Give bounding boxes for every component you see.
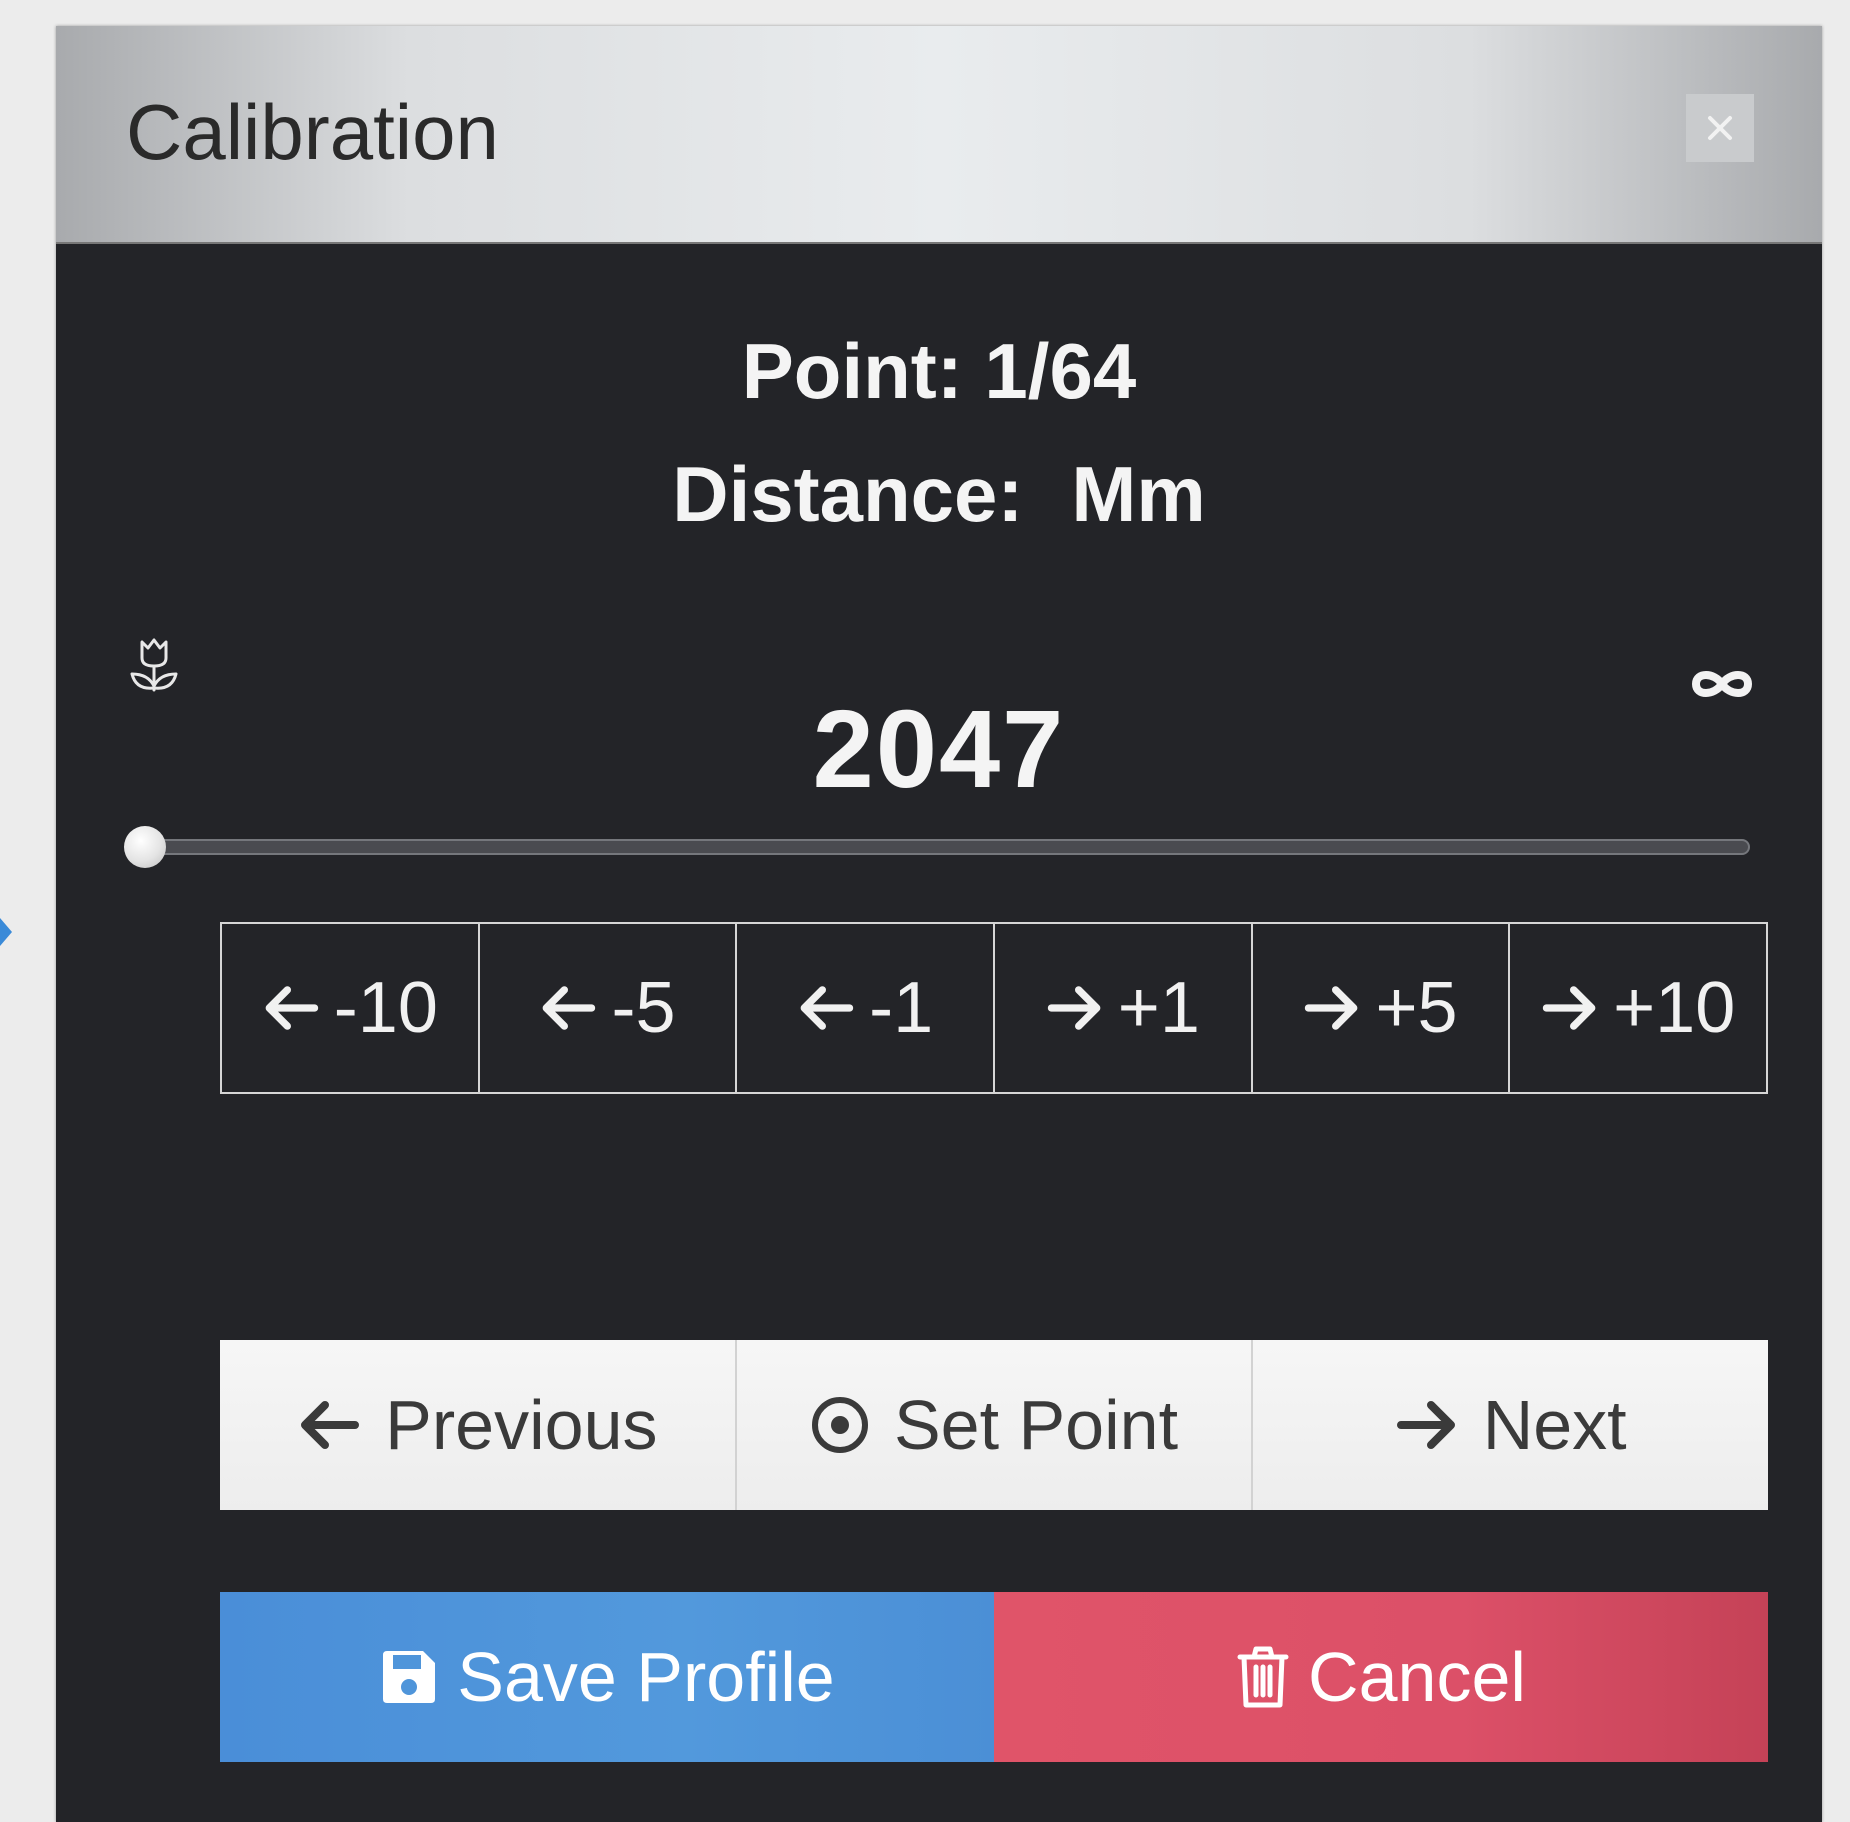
step-label: -5: [611, 968, 676, 1048]
previous-button[interactable]: Previous: [220, 1340, 737, 1510]
step-label: -1: [869, 968, 934, 1048]
previous-label: Previous: [385, 1386, 658, 1464]
edge-pointer-marker: [0, 918, 12, 946]
step-label: +5: [1375, 968, 1458, 1048]
step-button-group: -10 -5 -1 +1 +5 +10: [220, 922, 1768, 1094]
cancel-button[interactable]: Cancel: [994, 1592, 1768, 1762]
arrow-left-icon: [301, 1401, 360, 1449]
point-label: Point:: [741, 327, 963, 415]
save-profile-label: Save Profile: [457, 1638, 835, 1716]
arrow-right-icon: [1047, 986, 1101, 1030]
next-label: Next: [1482, 1386, 1627, 1464]
arrow-left-icon: [543, 986, 596, 1030]
action-button-group: Save Profile Cancel: [220, 1592, 1768, 1762]
close-button[interactable]: [1686, 94, 1754, 162]
step-button[interactable]: -1: [737, 924, 996, 1092]
dialog-header: Calibration: [56, 26, 1822, 244]
step-button[interactable]: +10: [1510, 924, 1766, 1092]
arrow-left-icon: [800, 986, 854, 1030]
step-label: +1: [1117, 968, 1200, 1048]
close-icon: [1708, 116, 1732, 140]
step-button[interactable]: +1: [995, 924, 1253, 1092]
next-button[interactable]: Next: [1253, 1340, 1768, 1510]
cancel-label: Cancel: [1308, 1638, 1526, 1716]
distance-value: Mm: [1071, 450, 1206, 538]
slider-track[interactable]: [126, 839, 1750, 855]
distance-label: Distance:: [672, 450, 1024, 538]
point-value: 1/64: [984, 327, 1137, 415]
slider-thumb[interactable]: [124, 826, 166, 868]
arrow-right-icon: [1396, 1401, 1455, 1449]
trash-icon: [1237, 1646, 1289, 1708]
point-indicator: Point: 1/64: [56, 326, 1822, 417]
set-point-label: Set Point: [893, 1386, 1179, 1464]
step-button[interactable]: -10: [222, 924, 480, 1092]
distance-indicator: Distance: Mm: [56, 449, 1822, 540]
dialog-title: Calibration: [126, 88, 499, 176]
navigation-button-group: Previous Set Point Next: [220, 1340, 1768, 1510]
target-circle-icon: [811, 1397, 868, 1453]
save-profile-button[interactable]: Save Profile: [220, 1592, 994, 1762]
calibration-dialog: Calibration Point: 1/64 Distance: Mm 2047…: [56, 26, 1822, 1822]
arrow-left-icon: [265, 986, 318, 1030]
focus-slider[interactable]: [124, 826, 1750, 868]
step-button[interactable]: +5: [1253, 924, 1511, 1092]
focus-value: 2047: [812, 688, 1066, 811]
step-label: -10: [333, 968, 438, 1048]
floppy-disk-icon: [383, 1651, 436, 1703]
arrow-right-icon: [1542, 986, 1596, 1030]
step-label: +10: [1613, 968, 1736, 1048]
arrow-right-icon: [1305, 986, 1358, 1030]
set-point-button[interactable]: Set Point: [737, 1340, 1254, 1510]
step-button[interactable]: -5: [480, 924, 738, 1092]
